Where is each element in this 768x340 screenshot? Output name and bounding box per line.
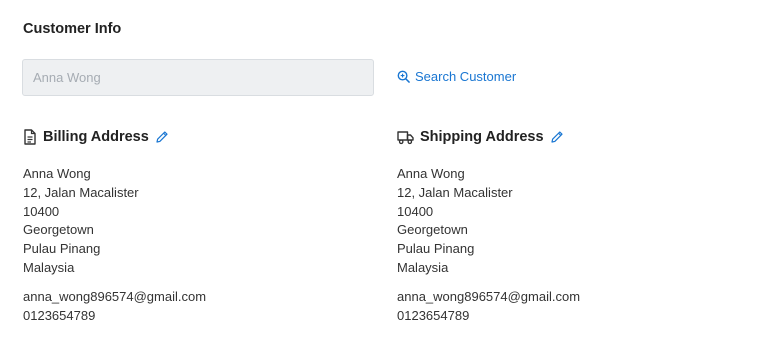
shipping-street: 12, Jalan Macalister xyxy=(397,184,513,200)
billing-street: 12, Jalan Macalister xyxy=(23,184,139,200)
shipping-email: anna_wong896574@gmail.com xyxy=(397,288,581,304)
search-plus-icon xyxy=(397,70,415,83)
shipping-name: Anna Wong xyxy=(397,166,465,181)
shipping-city: Georgetown xyxy=(397,222,468,238)
billing-country: Malaysia xyxy=(23,259,75,275)
search-customer-link[interactable]: Search Customer xyxy=(397,69,516,84)
billing-phone: 0123654789 xyxy=(23,307,96,323)
billing-address-section: Billing Address Anna Wong 12, Jalan Maca… xyxy=(23,128,353,325)
search-customer-label: Search Customer xyxy=(415,69,517,84)
shipping-address-section: Shipping Address Anna Wong 12, Jalan Mac… xyxy=(397,128,727,325)
billing-city: Georgetown xyxy=(23,222,94,238)
billing-address-header: Billing Address xyxy=(23,128,353,146)
billing-name: Anna Wong xyxy=(23,166,91,181)
shipping-phone: 0123654789 xyxy=(397,307,470,323)
shipping-postcode: 10400 xyxy=(397,203,434,219)
shipping-state: Pulau Pinang xyxy=(397,241,475,257)
customer-search-input[interactable] xyxy=(22,59,374,96)
shipping-address-title: Shipping Address xyxy=(420,129,544,145)
edit-shipping-pencil-icon[interactable] xyxy=(550,130,564,144)
edit-billing-pencil-icon[interactable] xyxy=(155,130,169,144)
billing-postcode: 10400 xyxy=(23,203,60,219)
truck-icon xyxy=(397,130,414,145)
billing-state: Pulau Pinang xyxy=(23,241,101,257)
billing-address-title: Billing Address xyxy=(43,129,149,145)
customer-info-title: Customer Info xyxy=(23,21,122,37)
billing-email: anna_wong896574@gmail.com xyxy=(23,288,207,304)
shipping-address-header: Shipping Address xyxy=(397,128,727,146)
shipping-country: Malaysia xyxy=(397,259,449,275)
document-icon xyxy=(23,129,37,145)
